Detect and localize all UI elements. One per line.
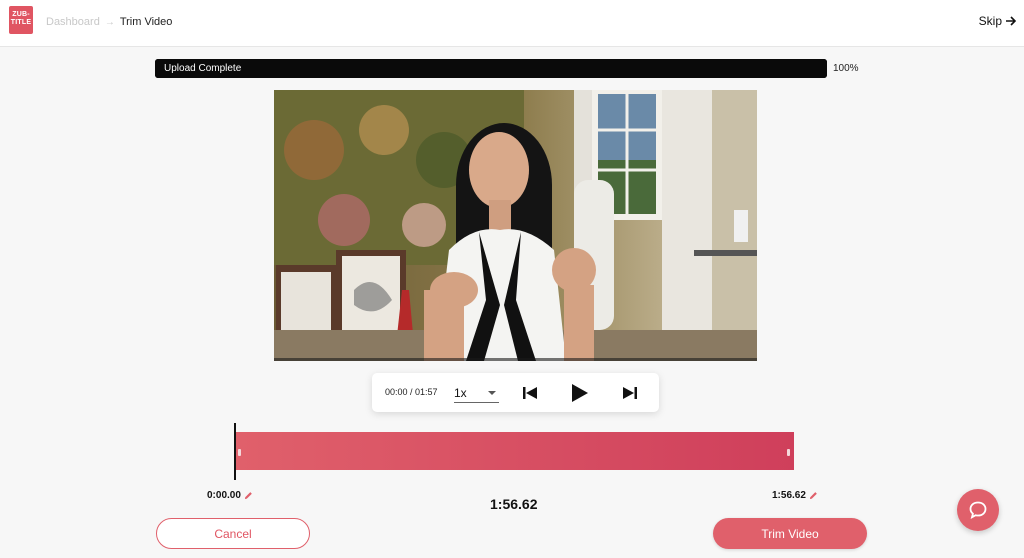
- playback-speed-select[interactable]: 1x: [454, 384, 499, 403]
- pencil-icon[interactable]: [244, 491, 253, 500]
- breadcrumb: Dashboard → Trim Video: [46, 16, 172, 28]
- trim-start-time: 0:00.00: [207, 490, 253, 501]
- breadcrumb-arrow-icon: →: [104, 16, 115, 28]
- trim-end-handle[interactable]: [787, 449, 790, 456]
- caret-down-icon: [488, 391, 496, 395]
- top-header: ZUB- TITLE Dashboard → Trim Video Skip: [0, 0, 1024, 47]
- skip-previous-button[interactable]: [520, 383, 540, 403]
- trim-video-button[interactable]: Trim Video: [713, 518, 867, 549]
- trim-end-value: 1:56.62: [772, 490, 806, 501]
- logo-line-2: TITLE: [10, 19, 32, 26]
- skip-previous-icon: [523, 387, 537, 399]
- upload-progress-bar: Upload Complete: [155, 59, 827, 78]
- cancel-button-label: Cancel: [214, 526, 252, 541]
- trim-start-handle[interactable]: [238, 449, 241, 456]
- upload-percent: 100%: [833, 63, 859, 74]
- chat-bubble-icon: [969, 501, 987, 519]
- trim-video-button-label: Trim Video: [761, 526, 819, 541]
- zubtitle-logo[interactable]: ZUB- TITLE: [9, 6, 33, 34]
- cancel-button[interactable]: Cancel: [156, 518, 310, 549]
- arrow-right-icon: [1006, 16, 1017, 26]
- trim-duration: 1:56.62: [490, 496, 538, 512]
- time-readout: 00:00 / 01:57: [385, 387, 438, 397]
- trim-range-bar[interactable]: [236, 432, 794, 470]
- skip-label: Skip: [978, 14, 1002, 28]
- video-preview[interactable]: [274, 90, 757, 361]
- breadcrumb-current: Trim Video: [119, 16, 173, 28]
- pencil-icon[interactable]: [809, 491, 818, 500]
- playhead-marker[interactable]: [234, 423, 236, 480]
- breadcrumb-dashboard-link[interactable]: Dashboard: [46, 16, 100, 28]
- skip-button[interactable]: Skip: [979, 14, 1017, 28]
- play-icon: [572, 384, 588, 402]
- skip-next-icon: [623, 387, 637, 399]
- trim-end-time: 1:56.62: [772, 490, 818, 501]
- skip-next-button[interactable]: [620, 383, 640, 403]
- upload-progress-fill: [155, 59, 827, 78]
- play-button[interactable]: [570, 383, 590, 403]
- logo-line-1: ZUB-: [12, 11, 30, 18]
- video-frame-image: [274, 90, 757, 361]
- playback-speed-value: 1x: [454, 386, 467, 400]
- trim-start-value: 0:00.00: [207, 490, 241, 501]
- chat-support-button[interactable]: [957, 489, 999, 531]
- upload-status-label: Upload Complete: [164, 63, 242, 74]
- player-controls: 00:00 / 01:57 1x: [372, 373, 659, 412]
